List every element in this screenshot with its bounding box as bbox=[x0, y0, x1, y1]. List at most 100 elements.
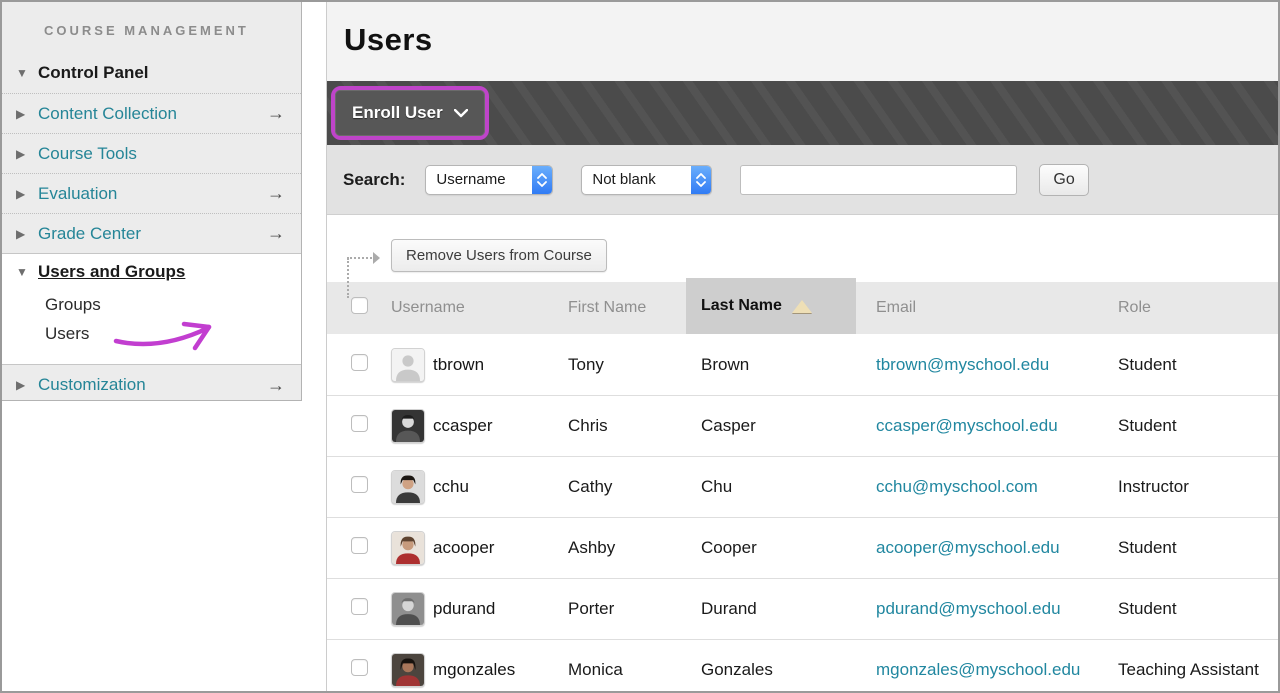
header-username[interactable]: Username bbox=[371, 299, 556, 317]
role-text: Teaching Assistant bbox=[1096, 660, 1278, 680]
first-name-text: Cathy bbox=[556, 477, 686, 497]
username-text: ccasper bbox=[433, 416, 493, 436]
sidebar-item-label: Content Collection bbox=[38, 104, 177, 124]
sidebar-header: COURSE MANAGEMENT bbox=[2, 2, 301, 53]
first-name-text: Porter bbox=[556, 599, 686, 619]
open-in-new-arrow-icon[interactable]: → bbox=[267, 375, 285, 396]
sidebar-item-evaluation[interactable]: ▶ Evaluation → bbox=[2, 173, 301, 213]
sort-ascending-icon bbox=[792, 300, 812, 313]
sidebar-section-users-and-groups-expanded: ▼ Users and Groups Groups Users bbox=[2, 253, 301, 365]
user-avatar bbox=[391, 348, 425, 382]
header-first-name[interactable]: First Name bbox=[556, 299, 686, 317]
email-link[interactable]: pdurand@myschool.edu bbox=[876, 599, 1061, 618]
role-text: Student bbox=[1096, 416, 1278, 436]
user-avatar bbox=[391, 409, 425, 443]
open-in-new-arrow-icon[interactable]: → bbox=[267, 103, 285, 124]
sidebar-item-label: Users bbox=[45, 324, 89, 344]
triangle-right-icon: ▶ bbox=[16, 107, 38, 121]
users-table: Username First Name Last Name Email Role bbox=[327, 282, 1278, 691]
triangle-down-icon: ▼ bbox=[16, 265, 38, 279]
sidebar-item-customization[interactable]: ▶ Customization → bbox=[2, 365, 301, 405]
username-text: acooper bbox=[433, 538, 494, 558]
role-text: Student bbox=[1096, 355, 1278, 375]
row-checkbox[interactable] bbox=[351, 354, 368, 371]
triangle-right-icon: ▶ bbox=[16, 227, 38, 241]
course-management-sidebar: COURSE MANAGEMENT ▼ Control Panel ▶ Cont… bbox=[2, 2, 302, 401]
sidebar-item-grade-center[interactable]: ▶ Grade Center → bbox=[2, 213, 301, 253]
first-name-text: Ashby bbox=[556, 538, 686, 558]
search-field-select[interactable]: Username bbox=[425, 165, 553, 195]
sidebar-item-label: Groups bbox=[45, 295, 101, 315]
table-row: pdurand Porter Durand pdurand@myschool.e… bbox=[327, 578, 1278, 639]
search-field-value: Username bbox=[426, 171, 532, 188]
email-link[interactable]: tbrown@myschool.edu bbox=[876, 355, 1049, 374]
go-button[interactable]: Go bbox=[1039, 164, 1088, 196]
last-name-text: Brown bbox=[686, 355, 856, 375]
action-bar: Enroll User bbox=[327, 81, 1278, 145]
row-checkbox[interactable] bbox=[351, 415, 368, 432]
email-link[interactable]: acooper@myschool.edu bbox=[876, 538, 1060, 557]
open-in-new-arrow-icon[interactable]: → bbox=[267, 223, 285, 244]
user-avatar bbox=[391, 531, 425, 565]
table-row: cchu Cathy Chu cchu@myschool.com Instruc… bbox=[327, 456, 1278, 517]
first-name-text: Monica bbox=[556, 660, 686, 680]
select-stepper-icon bbox=[532, 165, 552, 195]
enroll-user-button[interactable]: Enroll User bbox=[335, 90, 485, 136]
chevron-down-icon bbox=[454, 109, 468, 118]
table-row: mgonzales Monica Gonzales mgonzales@mysc… bbox=[327, 639, 1278, 691]
remove-users-button[interactable]: Remove Users from Course bbox=[391, 239, 607, 272]
row-checkbox[interactable] bbox=[351, 659, 368, 676]
last-name-text: Cooper bbox=[686, 538, 856, 558]
username-text: cchu bbox=[433, 477, 469, 497]
email-link[interactable]: cchu@myschool.com bbox=[876, 477, 1038, 496]
role-text: Student bbox=[1096, 538, 1278, 558]
table-area: Remove Users from Course Username First … bbox=[327, 215, 1278, 691]
search-input[interactable] bbox=[740, 165, 1017, 195]
open-in-new-arrow-icon[interactable]: → bbox=[267, 183, 285, 204]
select-all-checkbox[interactable] bbox=[351, 297, 368, 314]
email-link[interactable]: mgonzales@myschool.edu bbox=[876, 660, 1080, 679]
triangle-down-icon: ▼ bbox=[16, 66, 38, 80]
table-header-row: Username First Name Last Name Email Role bbox=[327, 282, 1278, 334]
row-checkbox[interactable] bbox=[351, 598, 368, 615]
table-row: ccasper Chris Casper ccasper@myschool.ed… bbox=[327, 395, 1278, 456]
sidebar-item-label: Course Tools bbox=[38, 144, 137, 164]
sidebar-item-control-panel[interactable]: ▼ Control Panel bbox=[2, 53, 301, 93]
enroll-user-label: Enroll User bbox=[352, 103, 443, 123]
username-text: mgonzales bbox=[433, 660, 515, 680]
header-email[interactable]: Email bbox=[856, 299, 1096, 317]
sidebar-item-label: Control Panel bbox=[38, 63, 149, 83]
first-name-text: Tony bbox=[556, 355, 686, 375]
first-name-text: Chris bbox=[556, 416, 686, 436]
page-title: Users bbox=[344, 22, 1278, 58]
user-avatar bbox=[391, 470, 425, 504]
sidebar-item-users-and-groups[interactable]: ▼ Users and Groups bbox=[2, 254, 301, 290]
triangle-right-icon: ▶ bbox=[16, 147, 38, 161]
last-name-text: Casper bbox=[686, 416, 856, 436]
table-row: tbrown Tony Brown tbrown@myschool.edu St… bbox=[327, 334, 1278, 395]
triangle-right-icon: ▶ bbox=[16, 378, 38, 392]
sidebar-item-content-collection[interactable]: ▶ Content Collection → bbox=[2, 93, 301, 133]
user-avatar bbox=[391, 592, 425, 626]
sidebar-item-label: Customization bbox=[38, 375, 146, 395]
row-checkbox[interactable] bbox=[351, 476, 368, 493]
header-role[interactable]: Role bbox=[1096, 299, 1278, 317]
select-stepper-icon bbox=[691, 165, 711, 195]
header-last-name-sorted[interactable]: Last Name bbox=[686, 278, 856, 334]
row-checkbox[interactable] bbox=[351, 537, 368, 554]
table-row: acooper Ashby Cooper acooper@myschool.ed… bbox=[327, 517, 1278, 578]
triangle-right-icon: ▶ bbox=[16, 187, 38, 201]
annotation-highlight-ring: Enroll User bbox=[331, 86, 489, 140]
search-condition-select[interactable]: Not blank bbox=[581, 165, 712, 195]
user-avatar bbox=[391, 653, 425, 687]
header-last-name-label: Last Name bbox=[701, 297, 782, 315]
sidebar-item-course-tools[interactable]: ▶ Course Tools bbox=[2, 133, 301, 173]
email-link[interactable]: ccasper@myschool.edu bbox=[876, 416, 1058, 435]
select-all-hint-arrow-icon bbox=[347, 249, 387, 297]
last-name-text: Gonzales bbox=[686, 660, 856, 680]
sidebar-item-label: Users and Groups bbox=[38, 262, 185, 282]
main-panel: Users Enroll User Search: Username bbox=[326, 2, 1278, 691]
sidebar-item-label: Grade Center bbox=[38, 224, 141, 244]
search-label: Search: bbox=[343, 170, 405, 190]
last-name-text: Durand bbox=[686, 599, 856, 619]
